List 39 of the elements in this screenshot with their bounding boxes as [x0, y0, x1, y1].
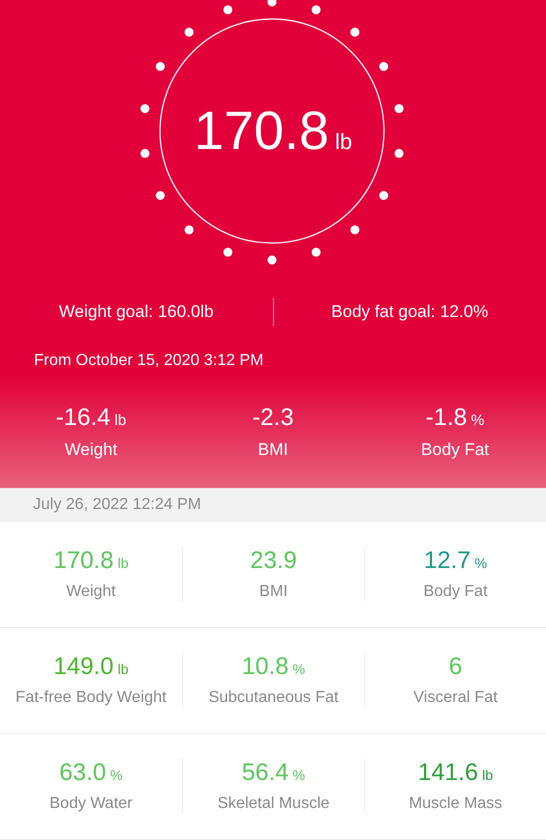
goal-text: Body fat goal: 12.0%: [330, 302, 490, 322]
change-period-label: From October 15, 2020 3:12 PM: [34, 352, 264, 370]
measurement-date: July 26, 2022 12:24 PM: [33, 496, 202, 514]
metric-value: 56.4: [242, 759, 289, 788]
metric-unit: lb: [482, 767, 493, 784]
metric-value: 12.7: [424, 547, 471, 576]
metric-value: 6: [448, 653, 462, 682]
metric-unit: lb: [118, 555, 128, 572]
metric-unit: %: [110, 767, 123, 784]
metric-value: 23.9: [250, 547, 297, 576]
metric-value: 149.0: [54, 653, 114, 682]
change-value: -16.4: [56, 404, 110, 432]
metric-label: Fat-free Body Weight: [16, 689, 166, 708]
change-label: Body Fat: [420, 440, 490, 460]
metric-unit: %: [292, 661, 306, 678]
metric-unit: %: [292, 767, 306, 784]
metric-label: Weight: [66, 583, 116, 602]
change-label: BMI: [258, 440, 288, 460]
metric-label: BMI: [259, 583, 288, 602]
change-unit: lb: [114, 412, 126, 429]
metric-value: 170.8: [54, 547, 114, 576]
weight-unit: lb: [335, 129, 352, 155]
change-value: -2.3: [252, 404, 294, 432]
metric-value: 10.8: [242, 653, 289, 682]
metric-label: Muscle Mass: [408, 795, 502, 814]
goal-text: Weight goal: 160.0lb: [58, 302, 215, 322]
change-value: -1.8: [426, 404, 467, 432]
metric-unit: lb: [118, 661, 128, 678]
metric-label: Skeletal Muscle: [217, 795, 330, 814]
metric-label: Visceral Fat: [413, 689, 498, 708]
metric-label: Body Fat: [423, 583, 488, 602]
weight-value: 170.8: [194, 100, 329, 162]
metric-label: Body Water: [50, 795, 132, 814]
metric-unit: %: [474, 555, 488, 572]
change-label: Weight: [64, 440, 118, 460]
metric-label: Subcutaneous Fat: [208, 689, 338, 708]
metric-value: 63.0: [59, 759, 106, 788]
change-unit: %: [471, 412, 484, 429]
metric-value: 141.6: [418, 759, 478, 788]
